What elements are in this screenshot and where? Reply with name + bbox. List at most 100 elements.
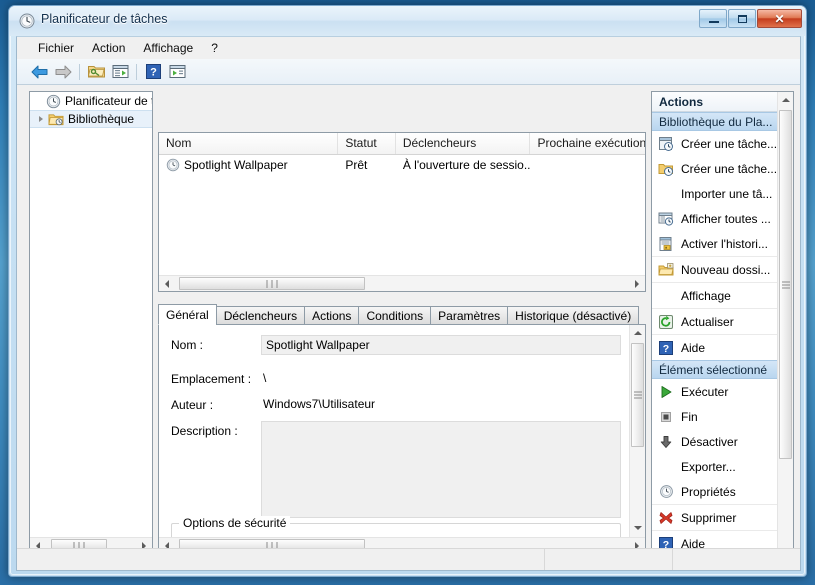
- status-bar: [17, 548, 800, 570]
- folder-clock-icon: [48, 113, 64, 125]
- help-icon: ?: [657, 339, 675, 357]
- tab-general[interactable]: Général: [158, 304, 217, 325]
- action-creer-une-tache[interactable]: Créer une tâche...: [652, 156, 793, 181]
- minimize-icon: [709, 21, 719, 23]
- column-header-declencheurs[interactable]: Déclencheurs: [396, 133, 531, 154]
- emplacement-label: Emplacement :: [171, 372, 252, 386]
- tab-declencheurs[interactable]: Déclencheurs: [215, 306, 306, 325]
- tab-parametres[interactable]: Paramètres: [430, 306, 509, 325]
- menu-item-fichier[interactable]: Fichier: [29, 39, 83, 57]
- back-button[interactable]: [27, 61, 51, 83]
- action-affichage[interactable]: Affichage: [652, 282, 793, 308]
- action-label: Désactiver: [681, 434, 738, 449]
- action-label: Exporter...: [681, 459, 736, 474]
- folder-key-icon: [87, 66, 105, 78]
- menu-bar: Fichier Action Affichage ?: [17, 37, 800, 59]
- action-nouveau-dossier[interactable]: Nouveau dossi...: [652, 256, 793, 282]
- scroll-thumb[interactable]: [779, 110, 792, 459]
- maximize-button[interactable]: [728, 9, 756, 28]
- scroll-grip: [633, 390, 642, 401]
- chevron-right-icon[interactable]: [36, 114, 46, 124]
- scroll-right-button[interactable]: [629, 276, 645, 292]
- show-list-button[interactable]: [108, 61, 132, 83]
- task-list-pane[interactable]: Nom Statut Déclencheurs Prochaine exécut…: [158, 132, 646, 292]
- task-name-label: Spotlight Wallpaper: [184, 157, 288, 172]
- action-importer-une-tache[interactable]: Importer une tâ...: [652, 181, 793, 206]
- menu-item-affichage[interactable]: Affichage: [134, 39, 202, 57]
- action-label: Affichage: [681, 288, 731, 303]
- menu-item-help[interactable]: ?: [202, 39, 227, 57]
- folder-button[interactable]: [84, 61, 108, 83]
- run-window-button[interactable]: [165, 61, 189, 83]
- scroll-down-button[interactable]: [630, 520, 646, 536]
- toolbar-separator: [79, 63, 80, 80]
- action-afficher-toutes-les-taches[interactable]: Afficher toutes ...: [652, 206, 793, 231]
- create-basic-task-icon: [657, 135, 675, 153]
- window-list-icon: [112, 65, 128, 78]
- action-supprimer[interactable]: Supprimer: [652, 504, 793, 530]
- refresh-icon: [657, 313, 675, 331]
- clock-icon: [46, 94, 61, 108]
- action-activer-historique[interactable]: Activer l'histori...: [652, 231, 793, 256]
- task-name-cell: Spotlight Wallpaper: [159, 158, 338, 172]
- field-row-auteur: Auteur : Windows7\Utilisateur: [159, 395, 645, 413]
- scroll-up-button[interactable]: [630, 325, 646, 341]
- task-detail-pane: Général Déclencheurs Actions Conditions …: [158, 304, 646, 554]
- action-label: Créer une tâche...: [681, 136, 778, 151]
- task-triggers-cell: À l'ouverture de sessio...: [402, 157, 531, 172]
- scroll-up-button[interactable]: [778, 92, 793, 108]
- tree-item-label: Planificateur de t: [65, 94, 152, 108]
- action-label: Propriétés: [681, 484, 736, 499]
- auteur-label: Auteur :: [171, 398, 214, 412]
- stop-icon: [657, 408, 675, 426]
- help-button[interactable]: ?: [141, 61, 165, 83]
- tab-conditions[interactable]: Conditions: [358, 306, 432, 325]
- action-executer[interactable]: Exécuter: [652, 379, 793, 404]
- action-creer-une-tache-simple[interactable]: Créer une tâche...: [652, 131, 793, 156]
- column-header-statut[interactable]: Statut: [338, 133, 396, 154]
- tree-item-scheduler-root[interactable]: Planificateur de t: [30, 92, 152, 110]
- scroll-thumb[interactable]: [631, 343, 644, 447]
- task-list-horizontal-scrollbar[interactable]: [159, 275, 645, 291]
- column-header-prochaine-execution[interactable]: Prochaine exécution: [530, 133, 645, 154]
- forward-button[interactable]: [51, 61, 75, 83]
- forward-arrow-icon: [55, 65, 71, 78]
- action-aide-library[interactable]: ? Aide: [652, 334, 793, 360]
- task-scheduler-window: Planificateur de tâches ✕ Fichier Action…: [8, 5, 807, 577]
- title-bar[interactable]: Planificateur de tâches ✕: [9, 6, 806, 36]
- status-segment-main: [17, 549, 544, 570]
- minimize-button[interactable]: [699, 9, 727, 28]
- tab-actions[interactable]: Actions: [304, 306, 360, 325]
- action-actualiser[interactable]: Actualiser: [652, 308, 793, 334]
- emplacement-value: \: [263, 371, 267, 385]
- task-list-header: Nom Statut Déclencheurs Prochaine exécut…: [159, 133, 645, 155]
- maximize-icon: [738, 15, 747, 23]
- description-label: Description :: [171, 424, 238, 438]
- action-label: Fin: [681, 409, 698, 424]
- field-row-emplacement: Emplacement : \: [159, 369, 645, 387]
- status-segment-3: [672, 549, 800, 570]
- scroll-thumb[interactable]: [179, 277, 365, 290]
- tab-historique[interactable]: Historique (désactivé): [507, 306, 640, 325]
- action-desactiver[interactable]: Désactiver: [652, 429, 793, 454]
- detail-vertical-scrollbar[interactable]: [629, 325, 645, 553]
- actions-section-library-header[interactable]: Bibliothèque du Pla... ▲: [652, 112, 793, 131]
- action-label: Afficher toutes ...: [681, 211, 771, 226]
- action-proprietes[interactable]: Propriétés: [652, 479, 793, 504]
- new-folder-icon: [657, 261, 675, 279]
- detail-tabstrip: Général Déclencheurs Actions Conditions …: [158, 304, 646, 325]
- column-header-nom[interactable]: Nom: [159, 133, 339, 154]
- action-fin[interactable]: Fin: [652, 404, 793, 429]
- tree-pane[interactable]: Planificateur de t Bibliothèque: [29, 91, 153, 554]
- properties-clock-icon: [657, 483, 675, 501]
- actions-section-selected-header[interactable]: Élément sélectionné ▲: [652, 360, 793, 379]
- menu-item-action[interactable]: Action: [83, 39, 134, 57]
- actions-vertical-scrollbar[interactable]: [777, 92, 793, 564]
- action-exporter[interactable]: Exporter...: [652, 454, 793, 479]
- action-label: Exécuter: [681, 384, 729, 399]
- action-label: Activer l'histori...: [681, 236, 768, 251]
- tree-item-bibliotheque[interactable]: Bibliothèque: [30, 110, 152, 128]
- close-button[interactable]: ✕: [757, 9, 802, 28]
- scroll-left-button[interactable]: [159, 276, 175, 292]
- table-row[interactable]: Spotlight Wallpaper Prêt À l'ouverture d…: [159, 155, 645, 174]
